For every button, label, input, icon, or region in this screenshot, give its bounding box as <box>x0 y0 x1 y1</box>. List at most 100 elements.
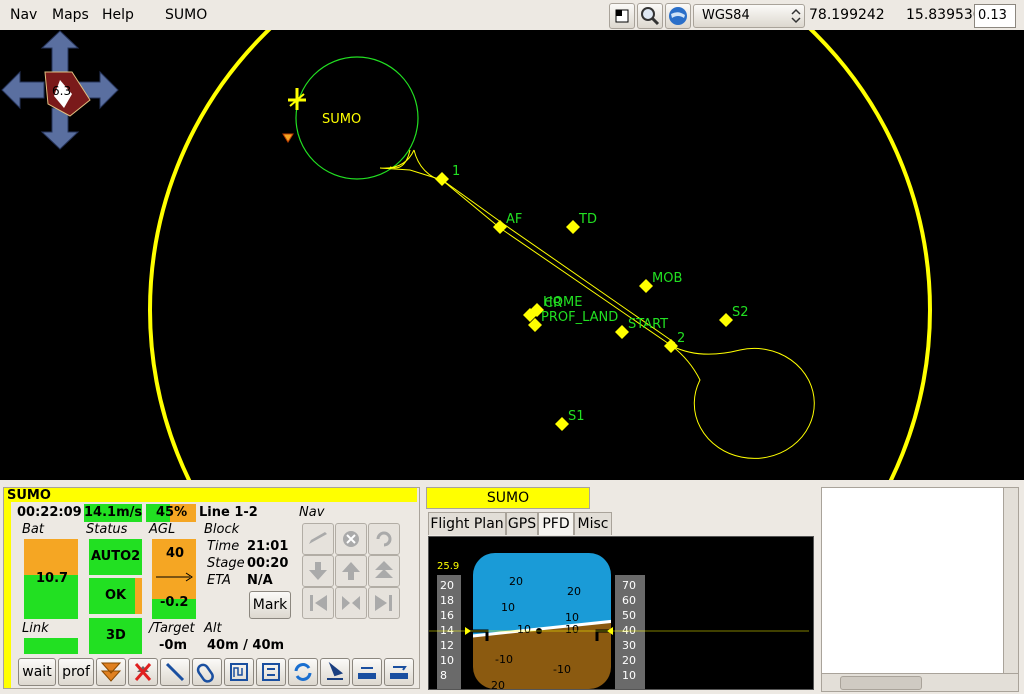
tab-misc[interactable]: Misc <box>574 512 612 535</box>
waypoint-marker-icon[interactable] <box>615 325 629 339</box>
speed-tick: 10 <box>440 654 454 667</box>
nav-cancel-button[interactable] <box>335 523 367 555</box>
altitude-tick: 10 <box>622 669 636 682</box>
pitch-label: 30 <box>579 542 593 555</box>
route-button[interactable] <box>256 658 286 686</box>
speed-setting: 25.9 <box>437 561 459 572</box>
waypoint-marker-icon[interactable] <box>639 279 653 293</box>
flight-time: 00:22:09 <box>17 505 82 520</box>
menu-help[interactable]: Help <box>102 7 134 23</box>
nav-takeoff-button[interactable] <box>302 523 334 555</box>
pitch-label: 30 <box>483 542 497 555</box>
aircraft-icon[interactable] <box>288 88 306 110</box>
projection-select[interactable]: WGS84 <box>693 4 805 28</box>
tab-flight-plan[interactable]: Flight Plan <box>428 512 506 535</box>
mark-button[interactable]: Mark <box>249 591 291 619</box>
waypoint-td[interactable]: TD <box>566 212 597 234</box>
menu-maps[interactable]: Maps <box>52 7 89 23</box>
waypoint-marker-icon[interactable] <box>566 220 580 234</box>
zoom-icon <box>641 7 660 26</box>
waypoint-label: 2 <box>677 331 685 346</box>
nav-label: Nav <box>299 505 325 520</box>
status-mode: AUTO2 <box>91 549 141 564</box>
nav-first-button[interactable] <box>302 587 334 619</box>
climb-value: -0.2 <box>160 595 189 610</box>
waypoint-label: S2 <box>732 305 749 320</box>
status-gps: OK <box>105 588 127 603</box>
waypoint-af[interactable]: AF <box>493 212 522 234</box>
status-fix: 3D <box>106 628 126 643</box>
map-canvas[interactable]: SUMO 1AF TDMOBCRHOMEPROF_LAND START2S2S1 6… <box>0 30 1024 480</box>
block-time: 21:01 <box>247 539 289 554</box>
kill-button[interactable] <box>128 658 158 686</box>
waypoint-marker-icon[interactable] <box>664 339 678 353</box>
flight-track <box>379 149 815 459</box>
status-label: Status <box>86 522 128 537</box>
square-button[interactable] <box>609 3 635 29</box>
nav-mid-button[interactable] <box>335 587 367 619</box>
waypoint-start[interactable]: START <box>615 317 668 339</box>
target-value: -0m <box>159 638 187 653</box>
strip-side-bar <box>4 502 11 688</box>
time-label: Time <box>207 539 240 554</box>
globe-button[interactable] <box>665 3 691 29</box>
block-label: Block <box>204 522 240 537</box>
pitch-label: -10 <box>553 663 571 676</box>
menu-nav[interactable]: Nav <box>10 7 37 23</box>
runway-b-button[interactable] <box>384 658 414 686</box>
prof-button[interactable]: prof <box>58 658 94 686</box>
tab-gps[interactable]: GPS <box>506 512 538 535</box>
instrument-panel: SUMO Flight Plan GPS PFD Misc 30 30 20 20 10… <box>424 487 816 690</box>
line-button[interactable] <box>160 658 190 686</box>
nav-up-button[interactable] <box>335 555 367 587</box>
waypoint-s2[interactable]: S2 <box>719 305 749 327</box>
longitude-readout: 15.839530 <box>906 7 982 23</box>
pan-left-icon[interactable] <box>1 70 45 110</box>
pitch-label: 10 <box>565 623 579 636</box>
cycle-button[interactable] <box>288 658 318 686</box>
waypoint-mob[interactable]: MOB <box>639 271 682 293</box>
takeoff-icon <box>309 532 327 544</box>
tab-pfd[interactable]: PFD <box>538 512 574 535</box>
wait-button[interactable]: wait <box>18 658 56 686</box>
nav-reload-button[interactable] <box>368 523 400 555</box>
survey-button[interactable] <box>224 658 254 686</box>
horizontal-scrollbar[interactable] <box>821 673 1019 692</box>
land-button[interactable] <box>320 658 350 686</box>
waypoint-marker-icon[interactable] <box>719 313 733 327</box>
eta-value: N/A <box>247 573 273 588</box>
scrollbar-thumb[interactable] <box>840 676 922 690</box>
vertical-scrollbar[interactable] <box>1003 488 1018 673</box>
target-marker-icon <box>282 133 294 143</box>
altitude-tick: 20 <box>622 654 636 667</box>
pan-control[interactable]: 6.3 <box>1 30 119 150</box>
nav-down-button[interactable] <box>302 555 334 587</box>
menu-aircraft[interactable]: SUMO <box>165 7 207 23</box>
waypoint-label: AF <box>506 212 522 227</box>
pitch-label: 10 <box>501 601 515 614</box>
waypoint-marker-icon[interactable] <box>555 417 569 431</box>
bat-label: Bat <box>22 522 44 537</box>
waypoint-1[interactable]: 1 <box>435 164 460 186</box>
aircraft-strip: SUMO 00:22:09 14.1m/s 45% Line 1-2 Bat S… <box>3 487 420 689</box>
splitter[interactable] <box>0 480 1024 486</box>
descend-button[interactable] <box>96 658 126 686</box>
skip-first-icon <box>310 595 327 611</box>
pan-up-icon[interactable] <box>40 30 80 73</box>
strip-header <box>4 488 417 502</box>
waypoint-s1[interactable]: S1 <box>555 409 585 431</box>
zoom-input[interactable]: 0.13 <box>974 4 1016 28</box>
waypoint-prof_land[interactable]: PROF_LAND <box>528 310 618 332</box>
runway-a-button[interactable] <box>352 658 382 686</box>
link-label: Link <box>22 621 49 636</box>
oval-button[interactable] <box>192 658 222 686</box>
zoom-button[interactable] <box>637 3 663 29</box>
nav-last-button[interactable] <box>368 587 400 619</box>
target-label: /Target <box>149 621 195 636</box>
altitude-tick: 40 <box>622 624 636 637</box>
map-view[interactable]: SUMO 1 AF TD MOB CR HOME PROF_LAND START 2 S2 S1 6… <box>0 30 1024 480</box>
pfd-aircraft-tab[interactable]: SUMO <box>426 487 590 509</box>
nav-double-up-button[interactable] <box>368 555 400 587</box>
agl-label: AGL <box>149 522 176 537</box>
pfd-canvas: 30 302020101010 10-10-1020 2018161412108 2… <box>429 542 809 689</box>
